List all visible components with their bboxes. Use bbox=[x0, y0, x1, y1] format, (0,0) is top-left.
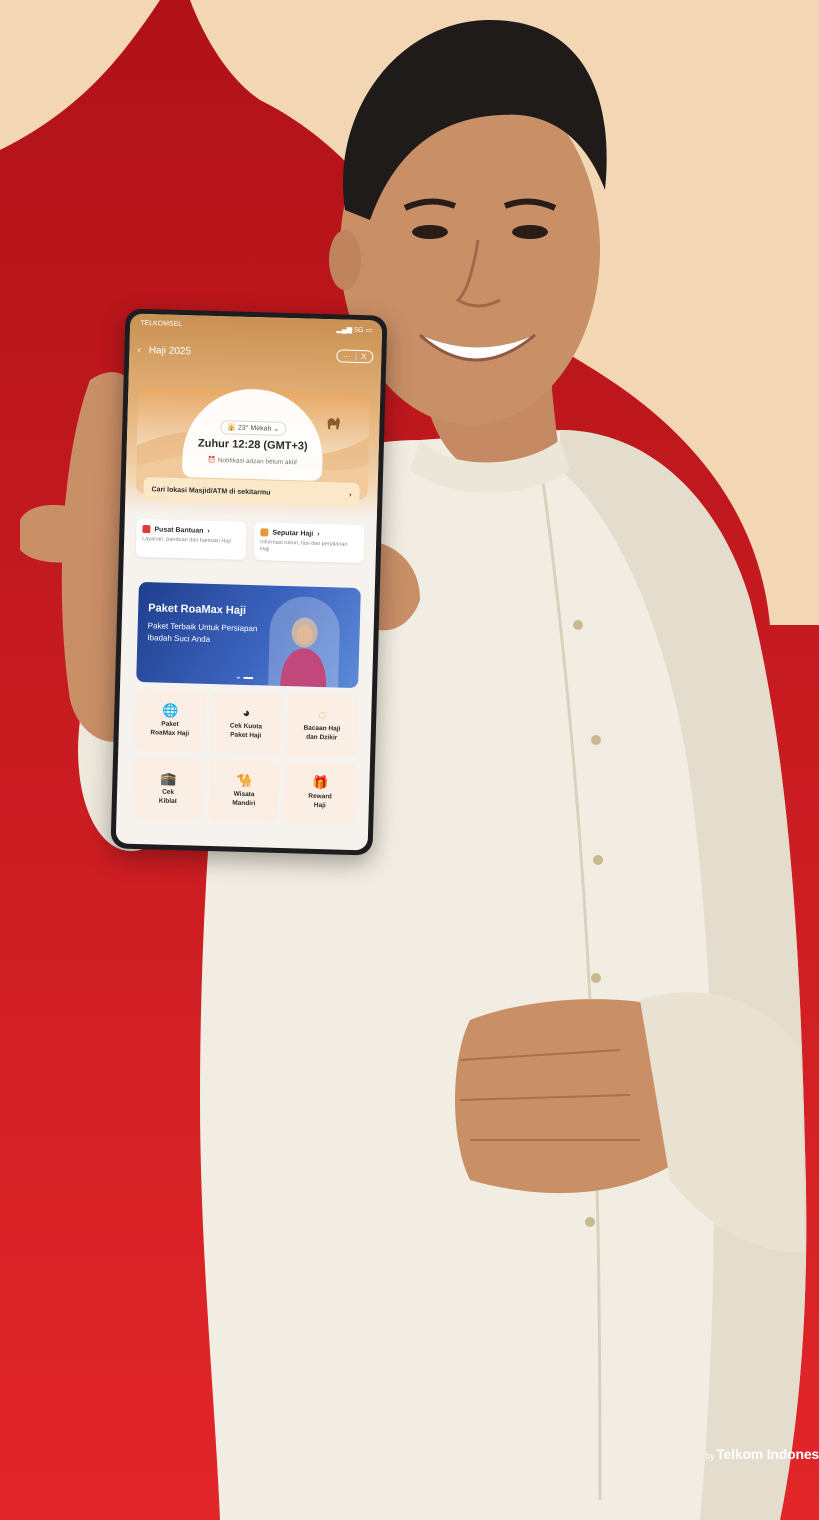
back-button[interactable]: ‹ bbox=[137, 345, 141, 356]
banner-title: Paket RoaMax Haji bbox=[148, 602, 247, 617]
help-center-desc: Layanan, panduan dan bantuan Haji bbox=[142, 536, 231, 545]
camel-icon: 🐪 bbox=[236, 773, 253, 789]
close-button[interactable]: X bbox=[361, 352, 367, 361]
page-dot bbox=[236, 676, 241, 679]
menu-label: Cek Kiblat bbox=[158, 789, 177, 805]
menu-paket-roamax[interactable]: 🌐 Paket RoaMax Haji bbox=[134, 688, 206, 753]
phone-screen: TELKOMSEL ▂▄▆ 5G ▭ ‹ Haji 2025 ··· | X 🕌… bbox=[115, 313, 383, 851]
gift-icon: 🎁 bbox=[312, 775, 329, 791]
finder-label: Cari lokasi Masjid/ATM di sekitarmu bbox=[151, 485, 271, 497]
hajj-info-card[interactable]: Seputar Haji › Informasi rukun, fasi dan… bbox=[253, 522, 365, 564]
mini-app-capsule: ··· | X bbox=[335, 349, 374, 364]
menu-label: Reward Haji bbox=[308, 793, 332, 809]
brand-logo: by Telkom Indones bbox=[705, 1446, 819, 1462]
hajj-info-icon bbox=[260, 528, 269, 537]
carrier-label: TELKOMSEL bbox=[140, 319, 183, 329]
promo-banner[interactable]: Paket RoaMax Haji Paket Terbaik Untuk Pe… bbox=[136, 581, 361, 689]
banner-model-image bbox=[280, 617, 327, 688]
feature-menu: 🌐 Paket RoaMax Haji ◕ Cek Kuota Paket Ha… bbox=[132, 688, 358, 826]
menu-label: Paket RoaMax Haji bbox=[150, 720, 190, 737]
page-dot-active bbox=[243, 676, 254, 680]
brand-name: Telkom Indones bbox=[716, 1446, 819, 1462]
menu-reward-haji[interactable]: 🎁 Reward Haji bbox=[284, 761, 356, 826]
menu-label: Wisata Mandiri bbox=[232, 791, 256, 807]
menu-cek-kiblat[interactable]: 🕋 Cek Kiblat bbox=[132, 756, 205, 821]
globe-icon: 🌐 bbox=[162, 703, 179, 719]
brand-by: by bbox=[705, 1451, 715, 1461]
network-type: 5G bbox=[354, 326, 364, 335]
page-title: Haji 2025 bbox=[148, 345, 192, 358]
more-button[interactable]: ··· bbox=[343, 352, 351, 361]
chevron-right-icon: › bbox=[349, 491, 352, 499]
help-center-card[interactable]: Pusat Bantuan › Layanan, panduan dan ban… bbox=[135, 518, 247, 560]
signal-indicator: ▂▄▆ 5G ▭ bbox=[336, 326, 373, 335]
phone-device: TELKOMSEL ▂▄▆ 5G ▭ ‹ Haji 2025 ··· | X 🕌… bbox=[110, 308, 388, 856]
info-cards: Pusat Bantuan › Layanan, panduan dan ban… bbox=[135, 518, 365, 564]
help-center-icon bbox=[142, 525, 151, 534]
location-label: 23° Mekah bbox=[237, 424, 272, 433]
menu-cek-kuota[interactable]: ◕ Cek Kuota Paket Haji bbox=[210, 691, 282, 755]
menu-wisata-mandiri[interactable]: 🐪 Wisata Mandiri bbox=[208, 758, 281, 823]
hajj-info-title: Seputar Haji bbox=[272, 529, 314, 538]
menu-bacaan-haji[interactable]: ◌ Bacaan Haji dan Dzikir bbox=[286, 693, 358, 758]
menu-label: Bacaan Haji dan Dzikir bbox=[303, 724, 341, 742]
banner-subtitle: Paket Terbaik Untuk Persiapan Ibadah Suc… bbox=[147, 621, 258, 644]
chevron-right-icon: › bbox=[317, 530, 320, 538]
banner-pagination bbox=[236, 676, 254, 680]
chevron-right-icon: › bbox=[207, 527, 210, 535]
kaaba-icon: 🕋 bbox=[160, 770, 177, 787]
location-selector[interactable]: 🕌 23° Mekah ⌄ bbox=[220, 420, 287, 436]
pie-chart-icon: ◕ bbox=[242, 705, 251, 721]
hajj-info-desc: Informasi rukun, fasi dan perjalanan Haj… bbox=[259, 539, 348, 553]
prayer-beads-icon: ◌ bbox=[318, 707, 327, 723]
menu-label: Cek Kuota Paket Haji bbox=[229, 722, 263, 739]
help-center-title: Pusat Bantuan bbox=[154, 525, 204, 535]
nav-left: ‹ Haji 2025 bbox=[137, 345, 191, 357]
